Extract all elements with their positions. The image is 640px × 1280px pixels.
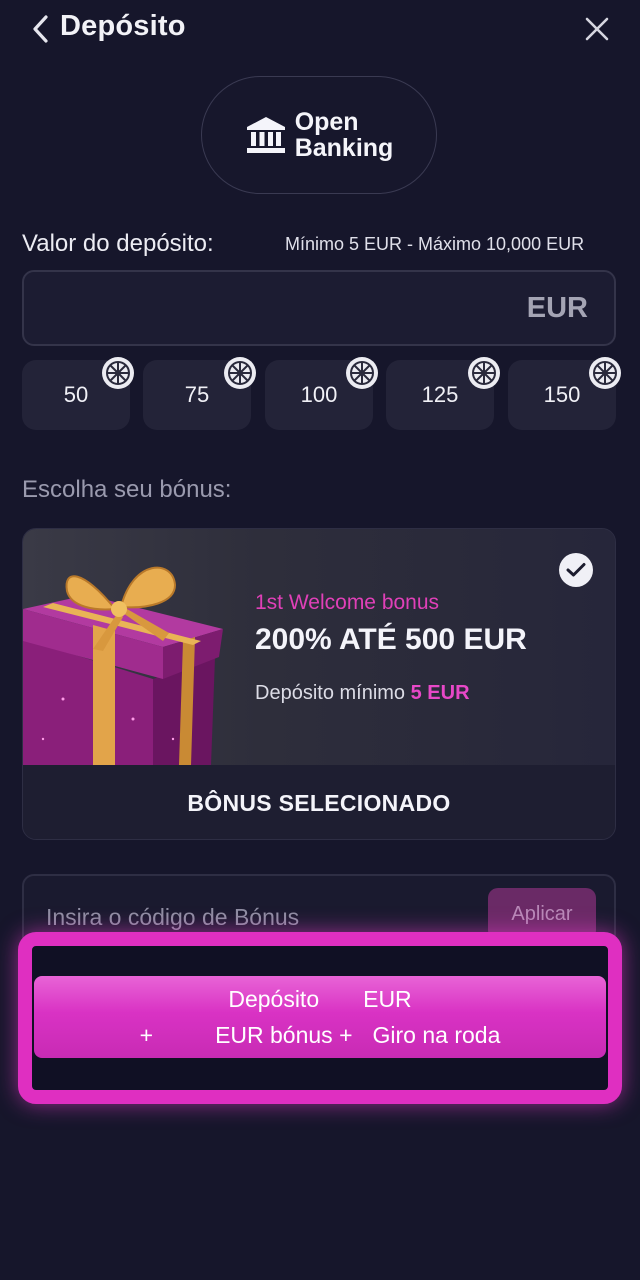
bonus-card-banner: 1st Welcome bonus 200% ATÉ 500 EUR Depós…: [23, 529, 615, 765]
close-icon: [585, 17, 609, 41]
payment-method-label: Open Banking: [295, 109, 394, 161]
bonus-heading: Escolha seu bónus:: [22, 476, 232, 503]
amount-label: Valor do depósito:: [22, 230, 214, 257]
wheel-icon: [346, 357, 378, 389]
bank-icon: [246, 117, 285, 153]
bonus-min-deposit-value: 5 EUR: [410, 682, 470, 704]
selected-check-icon: [559, 553, 593, 587]
payment-method-label-line2: Banking: [294, 134, 394, 162]
amount-limits: Mínimo 5 EUR - Máximo 10,000 EUR: [285, 234, 585, 254]
back-button[interactable]: [26, 12, 56, 46]
payment-method-open-banking[interactable]: Open Banking: [201, 76, 437, 194]
bonus-selected-label: BÔNUS SELECIONADO: [23, 765, 615, 839]
deposit-button-spin: Giro na roda: [372, 1022, 501, 1048]
chevron-left-icon: [33, 15, 48, 43]
bonus-subtitle: 1st Welcome bonus: [255, 591, 440, 614]
bonus-min-deposit-label: Depósito mínimo: [255, 682, 406, 704]
deposit-button[interactable]: Depósito EUR + EUR bónus + Giro na roda: [34, 976, 606, 1058]
page-title: Depósito: [60, 10, 186, 42]
payment-method-label-line1: Open: [294, 108, 359, 136]
wheel-icon: [224, 357, 256, 389]
deposit-button-plus: +: [139, 1022, 154, 1048]
currency-label: EUR: [526, 292, 588, 324]
bonus-card[interactable]: 1st Welcome bonus 200% ATÉ 500 EUR Depós…: [22, 528, 616, 840]
deposit-button-line1: Depósito EUR: [34, 986, 606, 1013]
wheel-icon: [589, 357, 621, 389]
deposit-button-currency: EUR: [363, 986, 412, 1012]
wheel-icon: [468, 357, 500, 389]
wheel-icon: [102, 357, 134, 389]
bonus-title: 200% ATÉ 500 EUR: [255, 623, 527, 656]
deposit-button-prefix: Depósito: [228, 986, 320, 1012]
close-button[interactable]: [580, 12, 614, 46]
deposit-button-line2: + EUR bónus + Giro na roda: [34, 1022, 606, 1049]
gift-icon: [23, 566, 223, 765]
bonus-code-input[interactable]: [46, 900, 466, 934]
bonus-min-deposit: Depósito mínimo 5 EUR: [255, 682, 470, 705]
deposit-button-bonus: EUR bónus +: [215, 1022, 353, 1048]
amount-input[interactable]: EUR: [22, 270, 616, 346]
